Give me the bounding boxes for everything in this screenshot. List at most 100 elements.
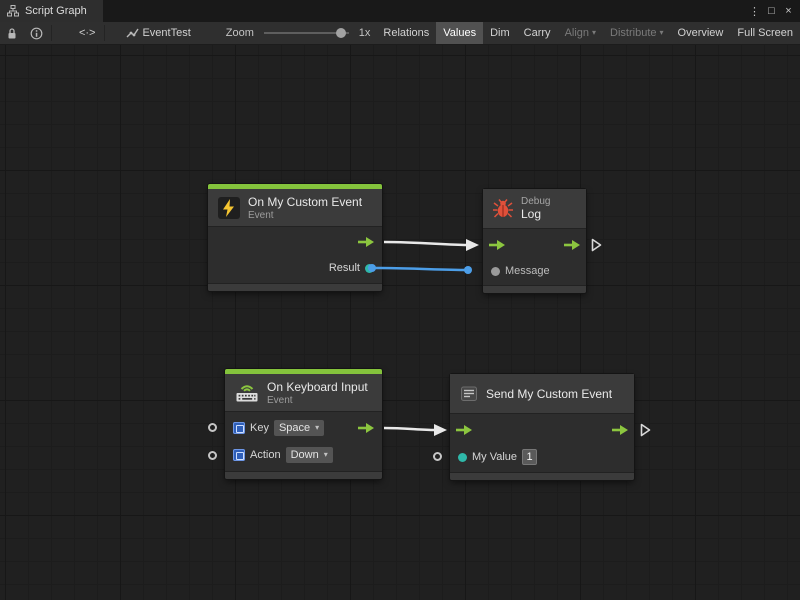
flow-row (483, 231, 586, 259)
node-header: On Keyboard Input Event (225, 374, 382, 412)
action-label: Action (250, 449, 281, 461)
connections-layer (0, 45, 800, 600)
node-subtitle: Event (248, 210, 362, 221)
lock-button[interactable] (0, 22, 24, 44)
zoom-label: Zoom (220, 22, 260, 44)
values-label: Values (443, 27, 476, 39)
kebab-menu-icon[interactable]: ⋮ (746, 2, 763, 20)
script-graph-icon (7, 5, 19, 17)
zoom-slider-handle[interactable] (336, 28, 346, 38)
my-value-input[interactable]: 1 (522, 449, 537, 465)
action-row: Action Down ▾ (225, 443, 382, 467)
align-button[interactable]: Align ▾ (558, 22, 603, 44)
flow-output-port[interactable] (612, 425, 628, 435)
flow-input-port[interactable] (489, 240, 505, 250)
flow-row (450, 416, 634, 444)
maximize-icon[interactable]: □ (763, 2, 780, 20)
chevron-down-icon: ▾ (660, 29, 664, 37)
flow-input-port[interactable] (456, 425, 472, 435)
overview-button[interactable]: Overview (671, 22, 731, 44)
relation-triangle-icon[interactable] (640, 423, 651, 437)
carry-label: Carry (524, 27, 551, 39)
toolbar-right-group: Relations Values Dim Carry Align ▾ Distr… (376, 22, 800, 44)
node-footer (483, 285, 586, 293)
my-value-row: My Value 1 (450, 444, 634, 470)
message-label: Message (505, 265, 550, 277)
node-body: Message (483, 229, 586, 285)
flow-connection-custom-event-to-log (384, 239, 479, 251)
action-type-icon (233, 449, 245, 461)
node-title: On Keyboard Input (267, 380, 368, 394)
my-value-input-port[interactable] (458, 453, 467, 462)
node-on-keyboard-input[interactable]: On Keyboard Input Event Key Space ▾ Acti… (225, 369, 382, 479)
node-on-my-custom-event[interactable]: On My Custom Event Event Result (208, 184, 382, 291)
unconnected-port-indicator[interactable] (208, 451, 217, 460)
distribute-label: Distribute (610, 27, 656, 39)
close-icon[interactable]: × (780, 2, 797, 20)
graph-canvas[interactable]: On My Custom Event Event Result (0, 45, 800, 600)
keycode-type-icon (233, 422, 245, 434)
node-subtitle: Event (267, 395, 368, 406)
flow-connection-keyboard-to-send (384, 424, 447, 436)
tab-title: Script Graph (25, 5, 87, 17)
result-output-port[interactable] (365, 264, 374, 273)
node-body: My Value 1 (450, 414, 634, 472)
my-value-label: My Value (472, 451, 517, 463)
window-controls: ⋮ □ × (746, 0, 797, 22)
flow-output-port[interactable] (358, 423, 374, 433)
tab-bar: Script Graph ⋮ □ × (0, 0, 800, 22)
chevron-down-icon: ▾ (592, 29, 596, 37)
node-title: Send My Custom Event (486, 387, 612, 401)
node-send-my-custom-event[interactable]: Send My Custom Event My Value 1 (450, 374, 634, 480)
flow-output-port[interactable] (358, 237, 374, 247)
key-value: Space (279, 422, 310, 434)
message-input-row: Message (483, 259, 586, 283)
overview-label: Overview (678, 27, 724, 39)
info-button[interactable] (24, 22, 49, 44)
graph-breadcrumb[interactable]: EventTest (119, 22, 197, 44)
fullscreen-label: Full Screen (737, 27, 793, 39)
code-view-icon: <·> (79, 27, 96, 39)
relation-triangle-icon[interactable] (591, 238, 602, 252)
graph-icon (126, 27, 139, 39)
distribute-button[interactable]: Distribute ▾ (603, 22, 670, 44)
result-output-row: Result (208, 255, 382, 281)
zoom-value: 1x (353, 22, 377, 44)
message-input-port[interactable] (491, 267, 500, 276)
code-view-button[interactable]: <·> (72, 22, 103, 44)
key-dropdown[interactable]: Space ▾ (274, 420, 324, 436)
zoom-slider[interactable] (264, 22, 349, 44)
node-header: Debug Log (483, 189, 586, 229)
tab-script-graph[interactable]: Script Graph (0, 0, 103, 22)
lock-icon (6, 27, 18, 40)
chevron-down-icon: ▾ (315, 424, 319, 432)
value-connection-result-to-message (368, 264, 472, 274)
unconnected-port-indicator[interactable] (208, 423, 217, 432)
result-label: Result (329, 262, 360, 274)
relations-button[interactable]: Relations (376, 22, 436, 44)
fullscreen-button[interactable]: Full Screen (730, 22, 800, 44)
action-dropdown[interactable]: Down ▾ (286, 447, 333, 463)
dim-label: Dim (490, 27, 510, 39)
node-header: On My Custom Event Event (208, 189, 382, 227)
carry-button[interactable]: Carry (517, 22, 558, 44)
align-label: Align (565, 27, 589, 39)
node-body: Key Space ▾ Action Down ▾ (225, 412, 382, 471)
toolbar-separator (51, 25, 52, 41)
dim-button[interactable]: Dim (483, 22, 517, 44)
unconnected-port-indicator[interactable] (433, 452, 442, 461)
node-debug-log[interactable]: Debug Log Message (483, 189, 586, 293)
node-title: On My Custom Event (248, 195, 362, 209)
node-footer (225, 471, 382, 479)
chevron-down-icon: ▾ (324, 451, 328, 459)
graph-toolbar: <·> EventTest Zoom 1x Relations Values D… (0, 22, 800, 45)
toolbar-separator (104, 25, 105, 41)
info-icon (30, 27, 43, 40)
node-category: Debug (521, 196, 550, 207)
node-header: Send My Custom Event (450, 374, 634, 414)
flow-output-port[interactable] (564, 240, 580, 250)
values-button[interactable]: Values (436, 22, 483, 44)
node-body: Result (208, 227, 382, 283)
lightning-icon (217, 196, 241, 220)
send-event-icon (459, 385, 479, 403)
